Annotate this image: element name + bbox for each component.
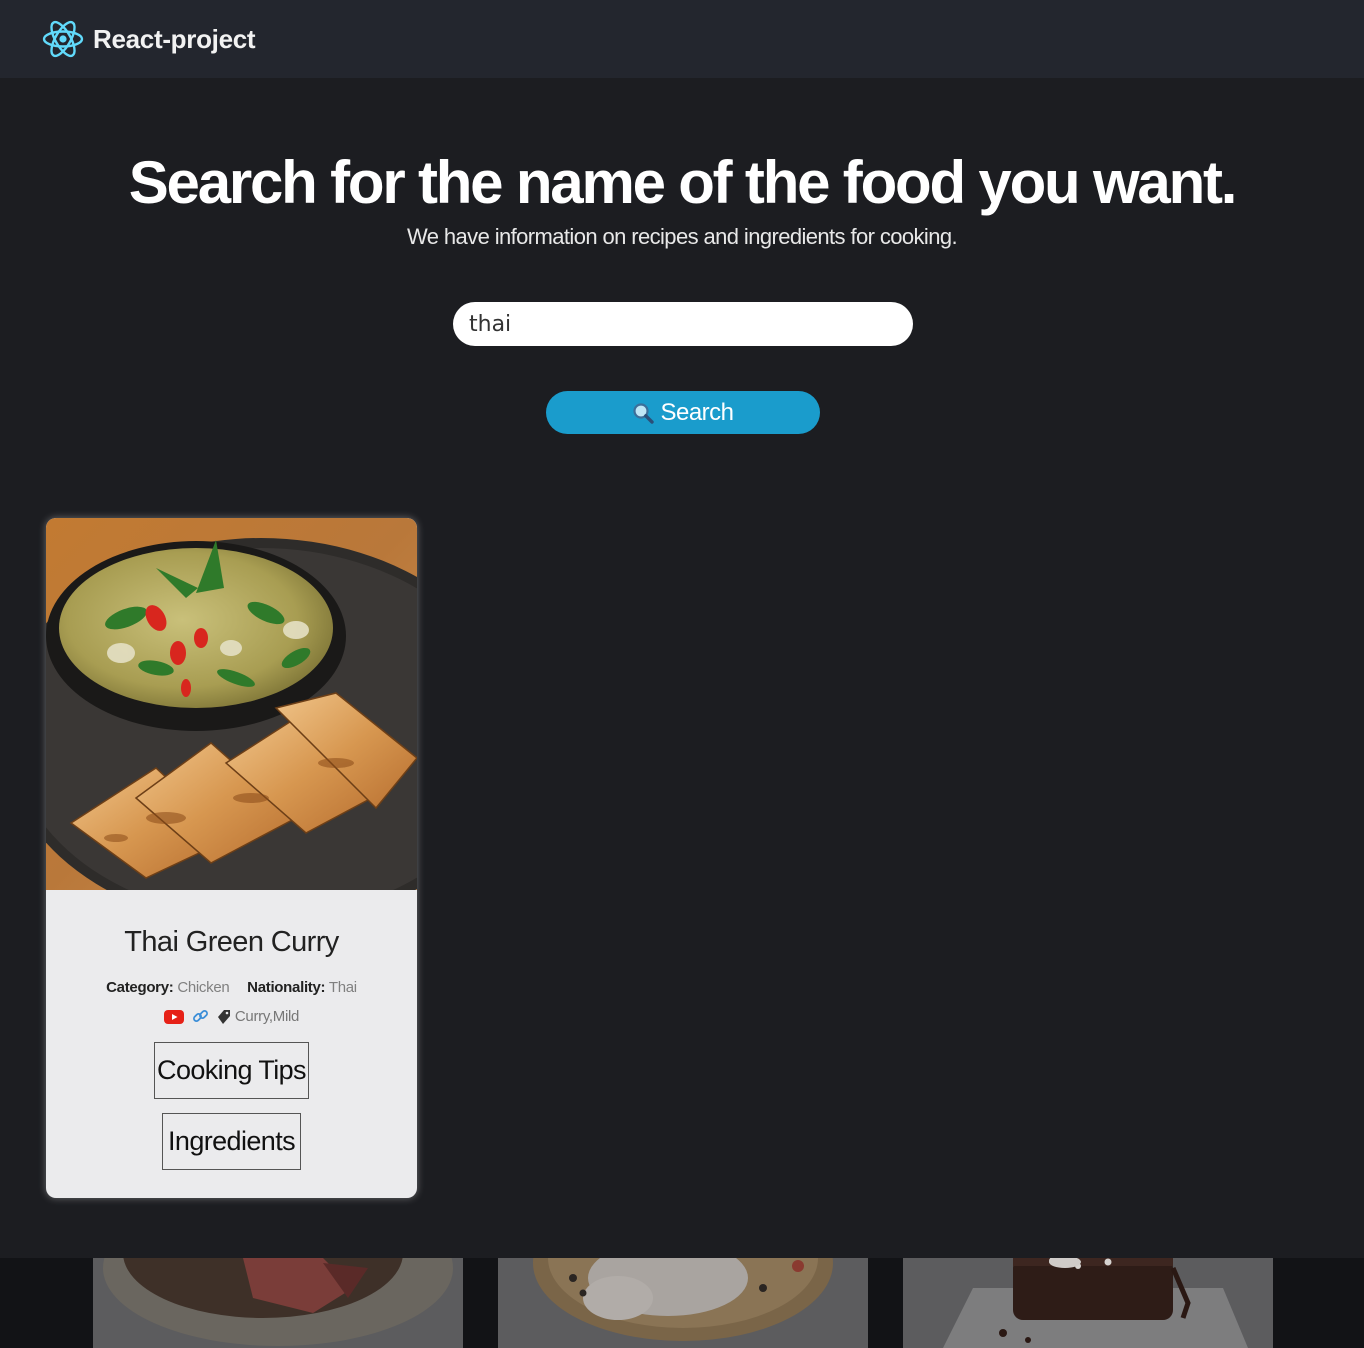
carousel-item-raw-chicken[interactable]	[498, 1258, 868, 1348]
search-input[interactable]	[453, 302, 913, 346]
search-button-label: Search	[660, 398, 734, 426]
nationality-label: Nationality:	[247, 979, 326, 996]
ingredients-button[interactable]: Ingredients	[162, 1113, 301, 1170]
youtube-icon[interactable]	[163, 1009, 184, 1024]
recipe-card: Thai Green Curry Category: Chicken Natio…	[46, 518, 417, 1198]
navbar: React-project	[0, 0, 1364, 78]
magnifier-icon	[633, 402, 655, 424]
roast-beef-image	[93, 1258, 463, 1348]
carousel-item-roast-beef[interactable]	[93, 1258, 463, 1348]
recipe-links: Curry,Mild	[46, 1008, 417, 1025]
tag-icon	[217, 1009, 230, 1024]
recipe-image	[46, 518, 417, 890]
cooking-tips-button[interactable]: Cooking Tips	[154, 1042, 309, 1099]
search-button[interactable]: Search	[546, 391, 820, 434]
recipe-title: Thai Green Curry	[124, 926, 339, 958]
category-value: Chicken	[177, 979, 230, 996]
chocolate-cake-image	[903, 1258, 1273, 1348]
react-atom-icon	[42, 20, 84, 58]
raw-chicken-image	[498, 1258, 868, 1348]
brand-link[interactable]: React-project	[42, 18, 256, 60]
brand-name: React-project	[93, 23, 256, 54]
recipe-meta: Category: Chicken Nationality: Thai	[46, 979, 417, 996]
nationality-value: Thai	[328, 979, 357, 996]
page-title: Search for the name of the food you want…	[128, 149, 1238, 216]
recipe-tags: Curry,Mild	[234, 1008, 300, 1025]
page-subtitle: We have information on recipes and ingre…	[407, 224, 958, 249]
carousel-item-chocolate-cake[interactable]	[903, 1258, 1273, 1348]
link-icon[interactable]	[192, 1008, 209, 1025]
category-label: Category:	[106, 979, 174, 996]
